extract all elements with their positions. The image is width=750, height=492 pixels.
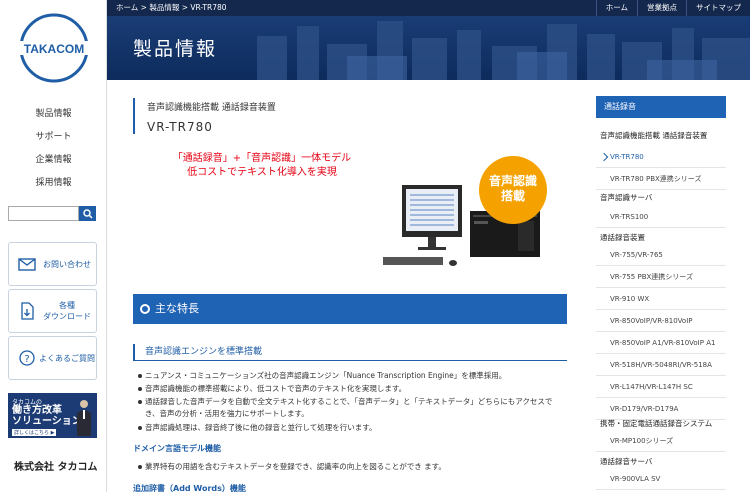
top-nav-home[interactable]: ホーム [595,0,637,16]
circle-icon [140,304,150,314]
nav-products[interactable]: 製品情報 [0,103,107,126]
banner-headline-2: ソリューション [12,416,82,427]
search-input[interactable] [8,206,79,221]
svg-text:TAKACOM: TAKACOM [24,42,84,56]
category-label: 音声認識機能搭載 通話録音装置 [600,131,708,140]
category-label: 音声認識サーバ [600,193,653,202]
product-link[interactable]: VR-755 PBX連携シリーズ [596,266,726,288]
product-link[interactable]: VR-L147H/VR-L147H SC [596,376,726,398]
main-content: 音声認識機能搭載 通話録音装置 VR-TR780 「通話録音」+「音声認識」一体… [133,80,573,492]
contact-label: お問い合わせ [43,259,91,269]
product-link[interactable]: VR-TR780 PBX連携シリーズ [596,168,726,190]
product-link[interactable]: VR-D179/VR-D179A [596,398,726,420]
nav-recruit[interactable]: 採用情報 [0,172,107,195]
person-icon [77,400,91,436]
product-link[interactable]: VR-518H/VR-5048RI/VR-518A [596,354,726,376]
section-heading-engine: 音声認識エンジンを標準搭載 [133,344,567,361]
list-item: 通話録音した音声データを自動で全文テキスト化することで、「音声データ」と「テキス… [138,396,565,420]
product-link[interactable]: VR-TRS100 [596,206,726,228]
download-label-line2: ダウンロード [43,312,91,321]
catch-line-1: 「通話録音」+「音声認識」一体モデル [172,153,352,164]
mail-icon [16,257,38,271]
section-heading-domain: ドメイン言語モデル機能 [133,444,221,453]
download-label-line1: 各種 [59,301,75,310]
company-name: 株式会社 タカコム [14,462,98,473]
faq-button[interactable]: ? よくあるご質問 [8,336,97,380]
features-heading: 主な特長 [133,294,567,324]
nav-company[interactable]: 企業情報 [0,149,107,172]
download-button[interactable]: 各種 ダウンロード [8,289,97,333]
hero-title: 製品情報 [133,38,218,60]
breadcrumb: ホーム > 製品情報 > VR-TR780 [116,3,227,12]
product-link[interactable]: VR-755/VR-765 [596,244,726,266]
search-icon [82,208,93,219]
nav-support[interactable]: サポート [0,126,107,149]
list-item: 業界特有の用語を含むテキストデータを登録でき、認識率の向上を図ることができ ます… [138,461,565,473]
question-icon: ? [16,350,38,366]
svg-text:?: ? [24,354,29,365]
main-nav: 製品情報 サポート 企業情報 採用情報 [0,103,107,195]
product-catchcopy: 「通話録音」+「音声認識」一体モデル 低コストでテキスト化導入を実現 [147,152,377,180]
product-link[interactable]: VR-MP100シリーズ [596,430,726,452]
product-link[interactable]: VR-910 WX [596,288,726,310]
list-item: ニュアンス・コミュニケーションズ社の音声認識エンジン「Nuance Transc… [138,370,565,382]
right-sidebar-heading: 通話録音 [596,96,726,118]
product-subtitle: 音声認識機能搭載 通話録音装置 [147,103,276,113]
banner-link: 詳しくはこちら ▶ [12,429,57,436]
badge-line2: 搭載 [500,189,525,203]
takacom-logo[interactable]: TAKACOM [14,10,94,86]
workstyle-banner[interactable]: タカコムの 働き方改革 ソリューション 詳しくはこちら ▶ [8,393,97,438]
top-nav: ホーム 営業拠点 サイトマップ [595,0,750,16]
top-nav-sitemap[interactable]: サイトマップ [686,0,750,16]
banner-headline: 働き方改革 [12,405,62,416]
speech-recognition-badge: 音声認識 搭載 [479,156,547,224]
product-link[interactable]: VR-850VoIP/VR-810VoIP [596,310,726,332]
banner-line2: 働き方改革 ソリューション [12,405,82,427]
list-item: 音声認識機能の標準搭載により、低コストで音声のテキスト化を実現します。 [138,383,565,395]
top-bar: ホーム > 製品情報 > VR-TR780 ホーム 営業拠点 サイトマップ [107,0,750,16]
list-item: 音声認識処理は、録音終了後に他の録音と並行して処理を行います。 [138,422,565,434]
catch-line-2: 低コストでテキスト化導入を実現 [187,167,337,178]
left-sidebar: TAKACOM 製品情報 サポート 企業情報 採用情報 お問い合わせ 各種ダウン… [0,0,107,492]
category-label: 携帯・固定電話通話録音システム [600,419,713,428]
category-label: 通話録音サーバ [600,457,653,466]
download-icon [16,302,38,320]
top-nav-offices[interactable]: 営業拠点 [637,0,686,16]
faq-label: よくあるご質問 [39,353,95,363]
download-label: 各種 ダウンロード [38,300,96,322]
features-title: 主な特長 [155,302,199,315]
product-link[interactable]: VR-850VoIP A1/VR-810VoIP A1 [596,332,726,354]
hero-banner: 製品情報 [107,16,750,80]
section-heading-addwords: 追加辞書（Add Words）機能 [133,484,246,492]
product-name: VR-TR780 [147,120,213,134]
title-accent-line [133,98,135,134]
product-link-vr-tr780[interactable]: VR-TR780 [596,146,726,168]
right-sidebar: 通話録音 音声認識機能搭載 通話録音装置 VR-TR780 VR-TR780 P… [596,96,726,492]
search-button[interactable] [79,206,96,221]
category-label: 通話録音装置 [600,233,645,242]
contact-button[interactable]: お問い合わせ [8,242,97,286]
product-link[interactable]: VR-900VLA SV [596,468,726,490]
search-box [8,206,96,221]
badge-line1: 音声認識 [488,174,537,188]
